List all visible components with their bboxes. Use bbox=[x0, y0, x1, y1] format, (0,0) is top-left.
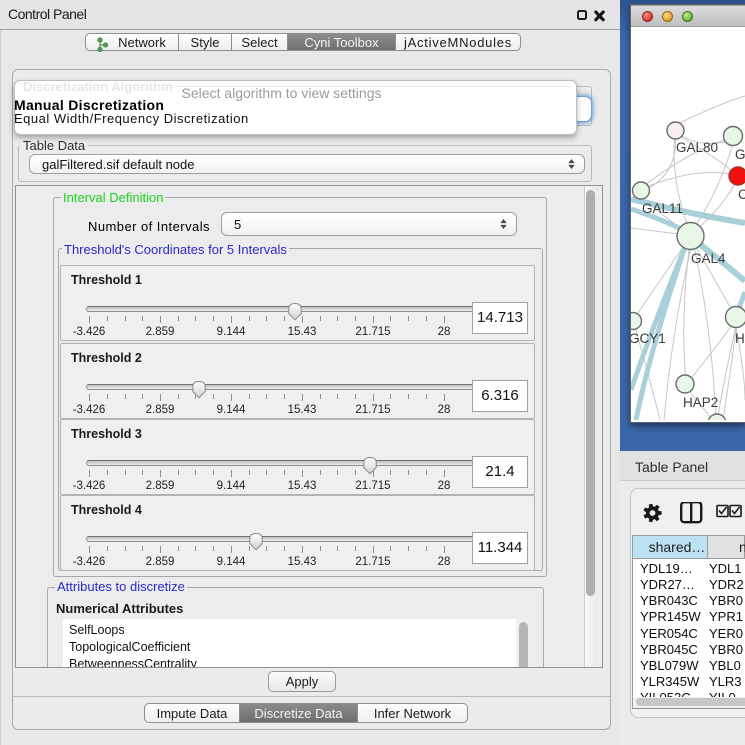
svg-text:GAL11: GAL11 bbox=[642, 201, 683, 216]
svg-text:GA: GA bbox=[735, 147, 745, 162]
svg-text:GAL80: GAL80 bbox=[676, 140, 718, 155]
svg-text:GCY1: GCY1 bbox=[631, 331, 666, 346]
svg-text:H: H bbox=[735, 331, 745, 346]
svg-text:HAP2: HAP2 bbox=[683, 395, 718, 410]
svg-text:GAL4: GAL4 bbox=[691, 251, 726, 266]
svg-text:C: C bbox=[738, 187, 745, 202]
